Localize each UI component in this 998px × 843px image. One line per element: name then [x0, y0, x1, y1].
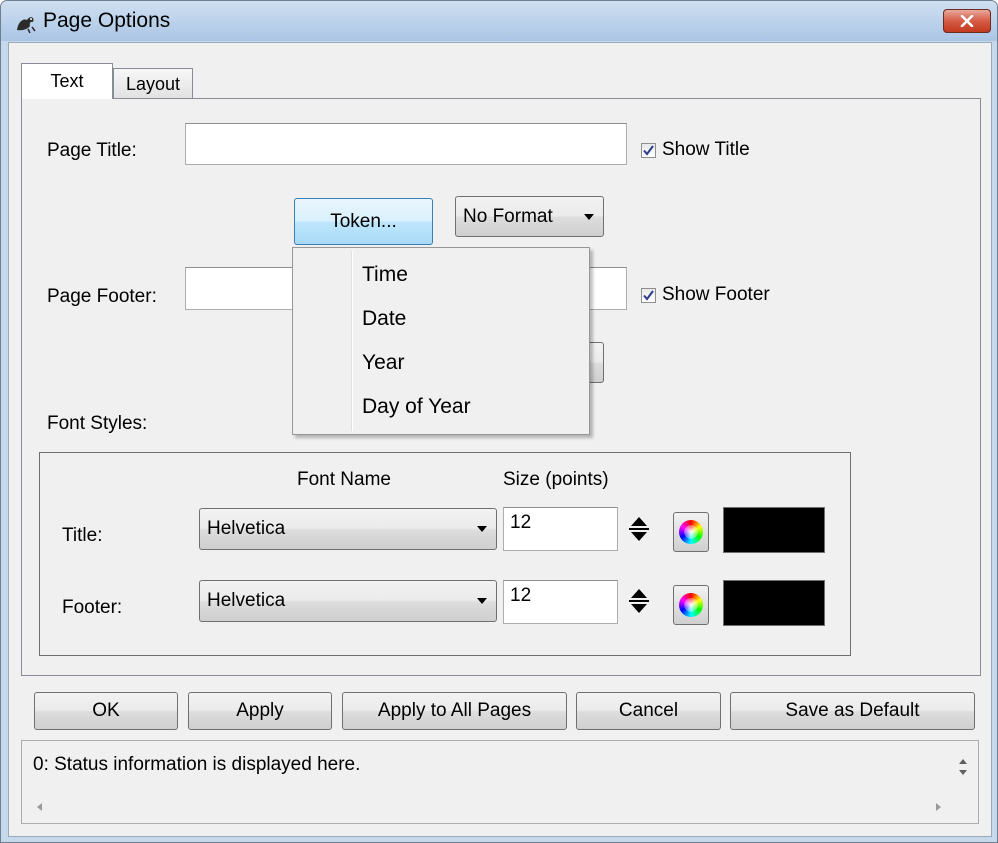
title-font-select[interactable]: Helvetica [199, 508, 497, 550]
save-as-default-label: Save as Default [785, 700, 920, 721]
apply-to-all-pages-button[interactable]: Apply to All Pages [342, 692, 567, 730]
tab-layout-label: Layout [125, 73, 181, 94]
format-select-value: No Format [463, 205, 553, 227]
show-footer-checkbox[interactable]: Show Footer [641, 284, 770, 306]
title-font-row-label: Title: [62, 525, 103, 546]
cancel-button[interactable]: Cancel [576, 692, 721, 730]
show-title-check-box[interactable] [641, 142, 656, 158]
squirrel-app-icon [17, 17, 36, 34]
footer-font-row-label: Footer: [62, 597, 123, 618]
apply-to-all-pages-label: Apply to All Pages [377, 700, 532, 721]
menu-item-time[interactable]: Time [295, 254, 587, 296]
title-color-swatch [723, 507, 825, 553]
font-styles-label: Font Styles: [47, 413, 148, 434]
status-text: 0: Status information is displayed here. [33, 754, 361, 775]
footer-font-select[interactable]: Helvetica [199, 580, 497, 622]
scroll-left-icon[interactable] [34, 801, 44, 813]
format-select[interactable]: No Format [455, 196, 604, 237]
tab-text-label: Text [50, 71, 84, 91]
menu-item-time-label: Time [362, 263, 408, 286]
menu-item-date-label: Date [362, 307, 407, 330]
font-name-header: Font Name [297, 469, 391, 490]
chevron-down-icon [477, 598, 487, 604]
footer-color-swatch [723, 580, 825, 626]
footer-color-picker-button[interactable] [673, 585, 709, 625]
menu-item-year-label: Year [362, 351, 405, 374]
menu-item-year[interactable]: Year [295, 342, 587, 384]
token-button-label: Token... [330, 210, 397, 232]
title-font-value: Helvetica [207, 518, 286, 539]
show-footer-label: Show Footer [662, 284, 770, 305]
color-wheel-icon [679, 593, 703, 617]
chevron-down-icon [584, 213, 594, 220]
token-button[interactable]: Token... [294, 198, 433, 245]
status-panel: 0: Status information is displayed here. [21, 740, 979, 824]
apply-button[interactable]: Apply [188, 692, 332, 730]
ok-button-label: OK [92, 700, 120, 721]
dialog-client-area: Text Layout Page Title: Show Title Token… [8, 42, 992, 837]
window-title: Page Options [43, 9, 171, 32]
scroll-right-icon[interactable] [934, 801, 944, 813]
ok-button[interactable]: OK [34, 692, 178, 730]
close-x-icon [960, 15, 974, 27]
footer-size-input[interactable]: 12 [503, 580, 618, 624]
close-button[interactable] [943, 9, 991, 33]
show-footer-check-box[interactable] [641, 287, 656, 303]
checkmark-icon [643, 144, 654, 156]
tab-layout[interactable]: Layout [113, 68, 193, 99]
menu-item-day-of-year[interactable]: Day of Year [295, 386, 587, 428]
page-title-label: Page Title: [47, 140, 137, 161]
color-wheel-icon [679, 520, 703, 544]
title-size-input[interactable]: 12 [503, 507, 618, 551]
page-title-input[interactable] [185, 123, 627, 165]
token-menu: Time Date Year Day of Year [292, 247, 590, 435]
show-title-checkbox[interactable]: Show Title [641, 139, 750, 161]
title-size-spinner[interactable] [625, 509, 653, 549]
vertical-scroll-arrows-icon[interactable] [956, 755, 970, 779]
menu-item-day-of-year-label: Day of Year [362, 395, 471, 418]
cancel-button-label: Cancel [618, 700, 679, 721]
footer-size-spinner[interactable] [625, 581, 653, 621]
menu-item-date[interactable]: Date [295, 298, 587, 340]
size-header: Size (points) [503, 469, 609, 490]
footer-font-value: Helvetica [207, 590, 286, 611]
chevron-down-icon [477, 526, 487, 532]
page-options-dialog: Page Options Text Layout Page Title: Sho… [0, 0, 998, 843]
show-title-label: Show Title [662, 139, 750, 160]
title-bar: Page Options [1, 1, 997, 41]
title-color-picker-button[interactable] [673, 512, 709, 552]
page-footer-label: Page Footer: [47, 286, 157, 307]
save-as-default-button[interactable]: Save as Default [730, 692, 975, 730]
checkmark-icon [643, 289, 654, 301]
tab-text[interactable]: Text [21, 63, 113, 99]
apply-button-label: Apply [236, 700, 284, 721]
